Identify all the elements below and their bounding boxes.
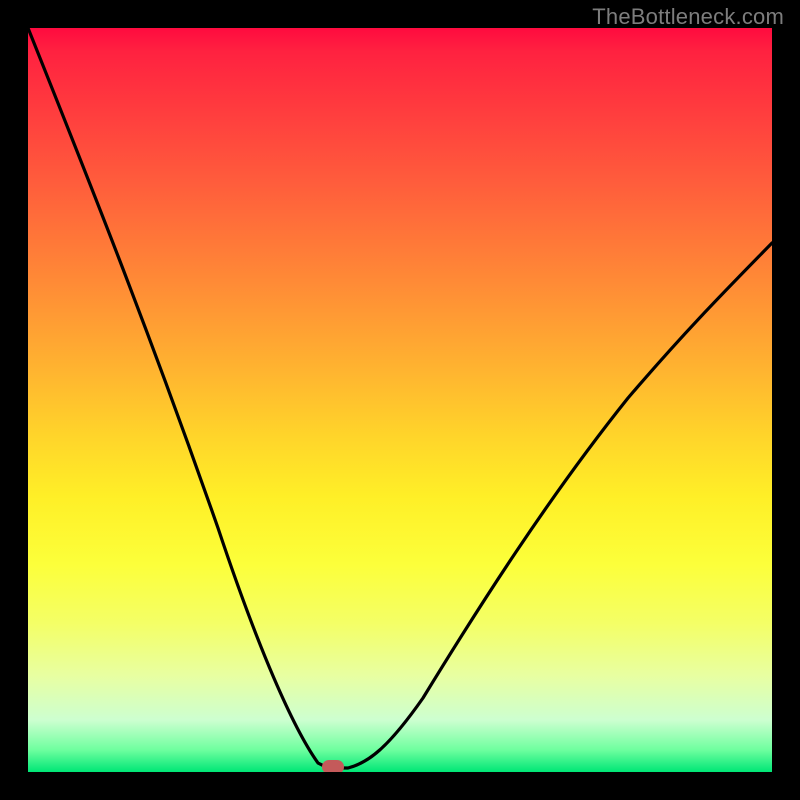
curve-path	[28, 28, 772, 768]
watermark-text: TheBottleneck.com	[592, 4, 784, 30]
plot-area	[28, 28, 772, 772]
bottleneck-curve	[28, 28, 772, 772]
optimum-marker	[322, 760, 344, 772]
chart-frame: TheBottleneck.com	[0, 0, 800, 800]
